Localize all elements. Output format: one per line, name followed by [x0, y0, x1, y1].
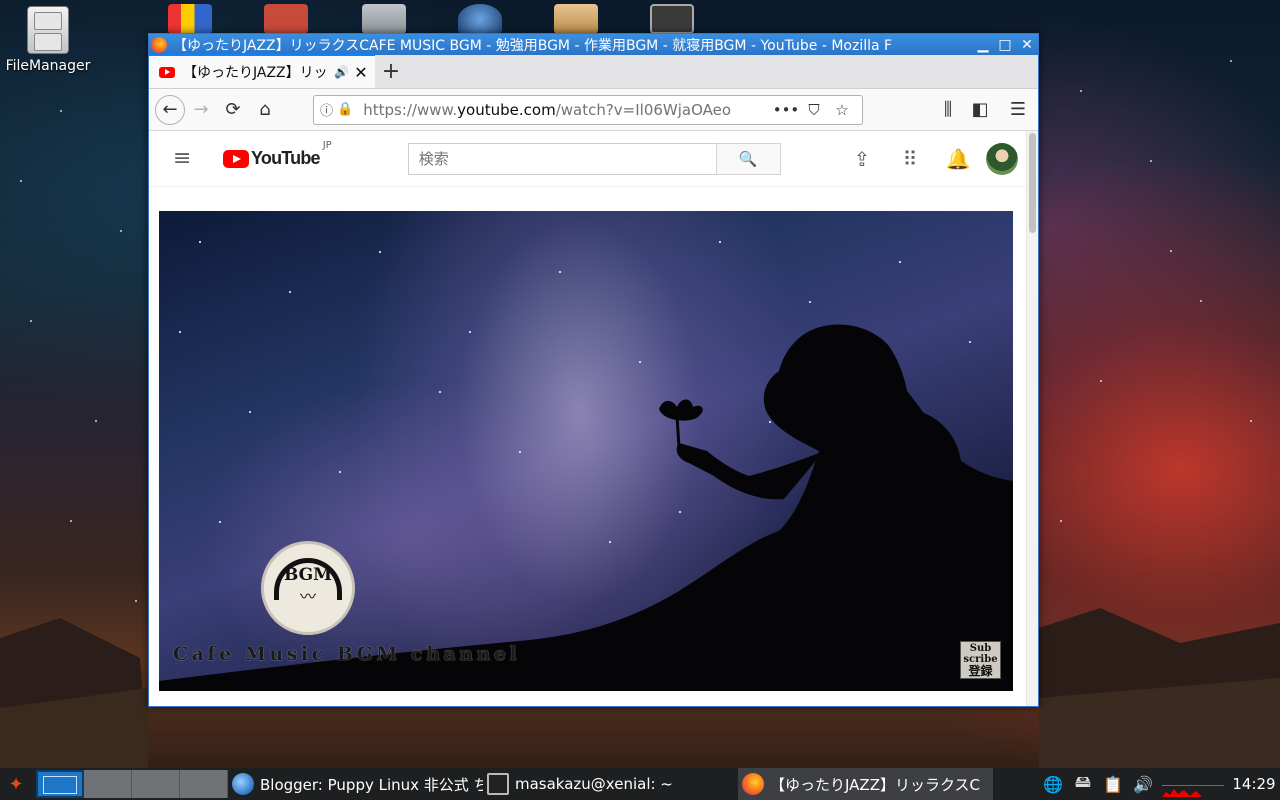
url-text[interactable]: https://www.youtube.com/watch?v=Il06WjaO…	[363, 101, 772, 119]
filemanager-icon	[27, 6, 69, 54]
browser-window: 【ゆったりJAZZ】リッラクスCAFE MUSIC BGM - 勉強用BGM -…	[148, 33, 1039, 707]
taskbar-item-firefox[interactable]: 【ゆったりJAZZ】リッラクスC	[738, 768, 993, 800]
scrollbar-thumb[interactable]	[1029, 133, 1036, 233]
pager-desktop-1[interactable]	[36, 770, 84, 798]
puppy-logo-icon: ✦	[8, 773, 24, 795]
desktop-pager	[36, 770, 228, 798]
home-icon: ⌂	[259, 99, 271, 120]
upload-icon[interactable]: ⇪	[838, 147, 886, 171]
sidebar-button[interactable]: ◧	[964, 94, 996, 126]
youtube-header: ≡ YouTube JP 🔍 ⇪ ⠿ 🔔	[149, 131, 1038, 187]
menu-button[interactable]: ☰	[1002, 94, 1034, 126]
home-button[interactable]: ⌂	[249, 94, 281, 126]
pocket-icon[interactable]: ⛉	[800, 101, 828, 119]
reload-icon: ⟳	[225, 99, 241, 120]
package-icon[interactable]	[264, 4, 308, 34]
search-button[interactable]: 🔍	[715, 142, 781, 175]
globe-desktop-icon[interactable]	[458, 4, 502, 34]
firefox-icon	[742, 773, 764, 795]
page-content: ≡ YouTube JP 🔍 ⇪ ⠿ 🔔	[149, 131, 1038, 706]
globe-icon	[232, 773, 254, 795]
close-tab-button[interactable]: ✕	[353, 63, 369, 82]
audio-playing-icon[interactable]: 🔊	[334, 65, 349, 79]
taskbar: ✦ Blogger: Puppy Linux 非公式 ち masakazu@xe…	[0, 768, 1280, 800]
pager-desktop-4[interactable]	[180, 770, 228, 798]
tab-strip: 【ゆったりJAZZ】リッ 🔊 ✕ +	[149, 54, 1038, 89]
page-actions-icon[interactable]: •••	[772, 101, 800, 119]
download-icon[interactable]	[362, 4, 406, 34]
tab-youtube[interactable]: 【ゆったりJAZZ】リッ 🔊 ✕	[149, 54, 375, 88]
archive-icon[interactable]	[554, 4, 598, 34]
drive-icon[interactable]: 🖴	[1068, 771, 1098, 798]
back-button[interactable]: ←	[155, 94, 185, 125]
task-label: Blogger: Puppy Linux 非公式 ち	[260, 775, 483, 794]
task-label: 【ゆったりJAZZ】リッラクスC	[770, 775, 980, 794]
youtube-search: 🔍	[407, 142, 781, 175]
desktop-icon-label: FileManager	[5, 58, 91, 74]
video-player[interactable]: BGM 〰 Cafe Music BGM channel Sub scribe …	[159, 211, 1013, 691]
page-scrollbar[interactable]	[1026, 131, 1038, 706]
navigation-toolbar: ← → ⟳ ⌂ ⓘ 🔒 https://www.youtube.com/watc…	[149, 89, 1038, 131]
url-bar[interactable]: ⓘ 🔒 https://www.youtube.com/watch?v=Il06…	[313, 94, 863, 125]
sidebar-icon: ◧	[971, 99, 989, 120]
subscribe-line3: 登録	[968, 664, 993, 678]
minimize-button[interactable]: ▁	[972, 34, 994, 55]
url-path: /watch?v=Il06WjaOAeo	[555, 100, 732, 119]
search-icon: 🔍	[738, 149, 758, 168]
apps-grid-icon[interactable]: ⠿	[886, 147, 934, 171]
library-icon: ⫼	[943, 99, 953, 120]
youtube-region-code: JP	[322, 140, 332, 151]
cpu-monitor-graph	[1162, 771, 1224, 797]
desktop-icon-filemanager[interactable]: FileManager	[4, 6, 92, 74]
task-label: masakazu@xenial: ~	[515, 775, 673, 793]
maximize-button[interactable]: □	[994, 34, 1016, 55]
bookmark-star-icon[interactable]: ☆	[828, 101, 856, 119]
taskbar-item-blogger[interactable]: Blogger: Puppy Linux 非公式 ち	[228, 768, 483, 800]
site-info-icon[interactable]: ⓘ	[320, 100, 333, 119]
bgm-logo-badge: BGM 〰	[261, 541, 355, 635]
youtube-header-actions: ⇪ ⠿ 🔔	[838, 142, 1022, 175]
clock[interactable]: 14:29	[1228, 775, 1280, 793]
youtube-wordmark: YouTube	[251, 148, 321, 168]
window-titlebar[interactable]: 【ゆったりJAZZ】リッラクスCAFE MUSIC BGM - 勉強用BGM -…	[149, 34, 1038, 55]
forward-arrow-icon: →	[193, 99, 209, 120]
start-menu-button[interactable]: ✦	[0, 768, 32, 800]
system-tray: 🌐 🖴 📋 🔊 14:29	[1038, 771, 1280, 798]
terminal-icon	[487, 773, 509, 795]
network-globe-icon[interactable]: 🌐	[1038, 775, 1068, 794]
library-button[interactable]: ⫼	[932, 94, 964, 126]
search-input[interactable]	[407, 142, 716, 175]
monitor-icon[interactable]	[650, 4, 694, 34]
lock-icon: 🔒	[337, 102, 354, 117]
pager-desktop-2[interactable]	[84, 770, 132, 798]
forward-button[interactable]: →	[185, 94, 217, 126]
youtube-logo[interactable]: YouTube JP	[223, 140, 332, 169]
subscribe-watermark-button[interactable]: Sub scribe 登録	[960, 641, 1001, 679]
window-title: 【ゆったりJAZZ】リッラクスCAFE MUSIC BGM - 勉強用BGM -…	[173, 37, 893, 54]
url-domain: youtube.com	[457, 100, 556, 119]
youtube-play-logo-icon	[223, 149, 249, 168]
hamburger-menu-icon: ☰	[1009, 99, 1027, 120]
channel-name-watermark: Cafe Music BGM channel	[173, 643, 521, 665]
youtube-guide-menu-icon[interactable]: ≡	[173, 146, 197, 171]
pager-desktop-3[interactable]	[132, 770, 180, 798]
pencils-icon[interactable]	[168, 4, 212, 34]
new-tab-button[interactable]: +	[375, 54, 407, 88]
volume-icon[interactable]: 🔊	[1128, 775, 1158, 794]
tab-title: 【ゆったりJAZZ】リッ	[183, 65, 328, 81]
subscribe-line1: Sub	[969, 643, 992, 654]
avatar[interactable]	[986, 142, 1018, 175]
firefox-icon	[151, 36, 167, 53]
reload-button[interactable]: ⟳	[217, 94, 249, 126]
back-arrow-icon: ←	[162, 99, 178, 120]
notifications-bell-icon[interactable]: 🔔	[934, 147, 982, 171]
clipboard-icon[interactable]: 📋	[1098, 775, 1128, 794]
youtube-favicon-icon	[159, 66, 175, 78]
taskbar-item-terminal[interactable]: masakazu@xenial: ~	[483, 768, 738, 800]
close-window-button[interactable]: ✕	[1016, 34, 1038, 55]
url-prefix: https://www.	[363, 100, 458, 119]
